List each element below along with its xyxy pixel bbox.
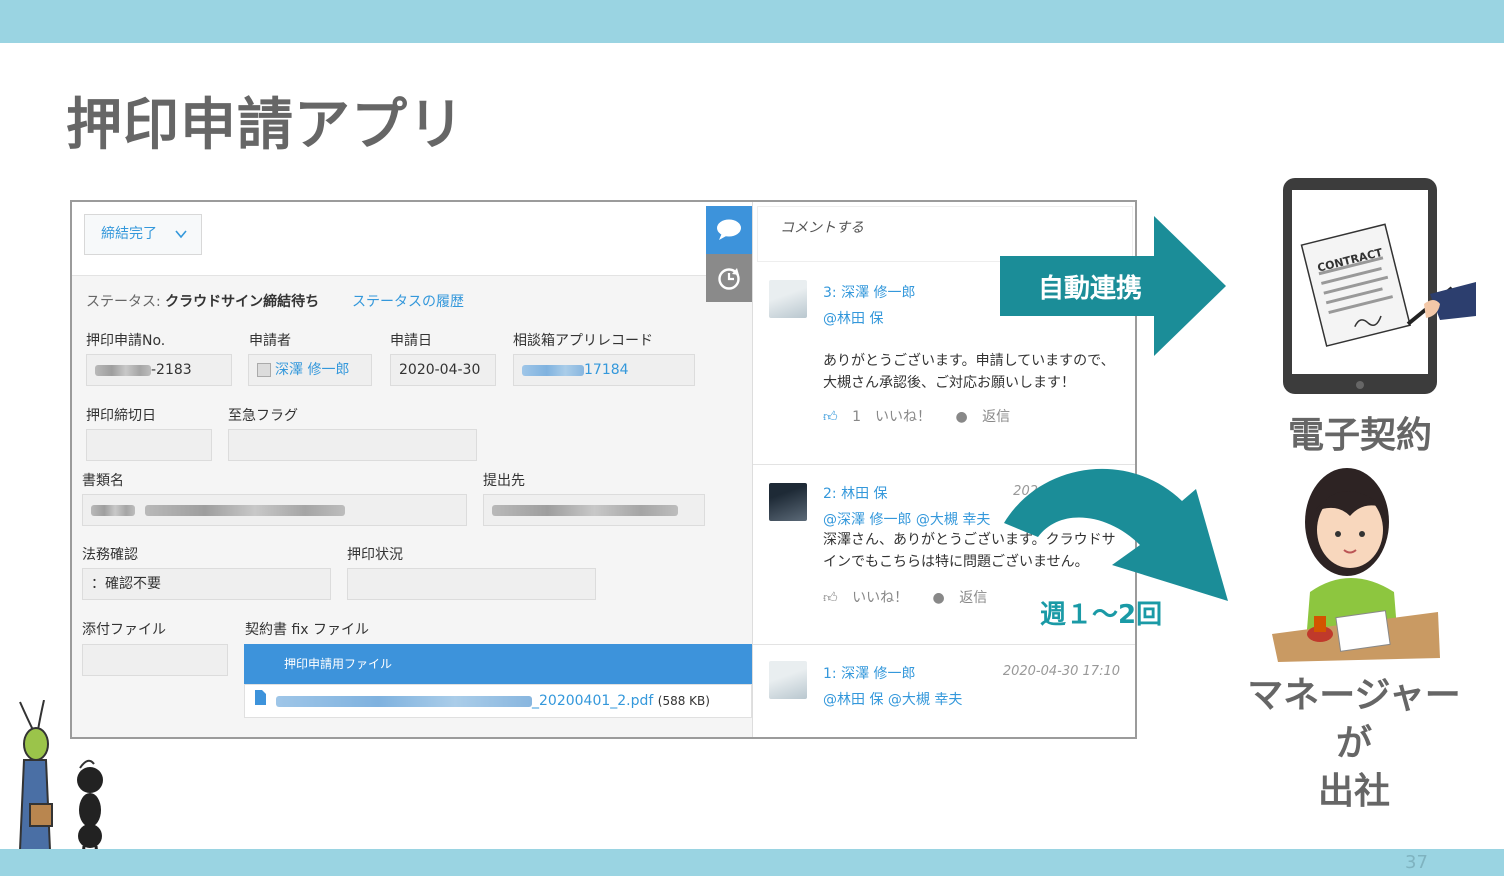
file-icon	[255, 685, 266, 717]
speech-bubble-icon: ●	[932, 590, 945, 606]
apply-date-label: 申請日	[390, 333, 432, 349]
auto-link-label: 自動連携	[1038, 274, 1143, 304]
stamp-status-label: 押印状況	[347, 547, 403, 563]
comment-author: 2: 林田 保	[823, 483, 888, 503]
app-screenshot-frame: 締結完了 ステータス: クラウドサイン締結待ち ステータスの履歴 押印申請No.…	[70, 200, 1137, 739]
redacted-text	[522, 364, 584, 376]
deadline-field	[86, 429, 212, 461]
thumbs-up-icon: 👍︎	[823, 590, 838, 606]
stamp-status-field	[347, 568, 596, 600]
comment-item: 1: 深澤 修一郎 2020-04-30 17:10 @林田 保 @大槻 幸夫	[753, 644, 1135, 737]
submit-to-field	[483, 494, 705, 526]
comment-mention[interactable]: @深澤 修一郎 @大槻 幸夫	[823, 509, 990, 529]
record-detail-pane: 締結完了 ステータス: クラウドサイン締結待ち ステータスの履歴 押印申請No.…	[72, 202, 752, 737]
file-table-header: 押印申請用ファイル	[244, 644, 752, 684]
doc-name-field	[82, 494, 467, 526]
frequency-label: 週１～2回	[1040, 600, 1163, 630]
comment-author: 1: 深澤 修一郎	[823, 663, 916, 683]
urgent-flag-label: 至急フラグ	[228, 408, 298, 424]
reply-button[interactable]: ● 返信	[955, 409, 1020, 425]
redacted-text	[91, 504, 135, 516]
like-label: いいね！	[852, 590, 909, 606]
history-icon	[718, 268, 740, 290]
contract-fix-label: 契約書 fix ファイル	[245, 622, 370, 638]
comments-tab[interactable]	[706, 206, 752, 254]
like-button[interactable]: 👍︎ いいね！	[823, 590, 918, 606]
comment-author-link[interactable]: 3: 深澤 修一郎	[823, 285, 916, 301]
thumbs-up-icon: 👍︎	[823, 409, 838, 425]
comment-author: 3: 深澤 修一郎	[823, 282, 916, 302]
legal-check-field: ：確認不要	[82, 568, 331, 600]
speech-bubble-icon: ●	[955, 409, 968, 425]
request-no-value: -2183	[151, 362, 192, 378]
status-action-label: 締結完了	[101, 226, 157, 242]
request-no-field: -2183	[86, 354, 232, 386]
page-number: 37	[1405, 852, 1428, 873]
status-line: ステータス: クラウドサイン締結待ち	[86, 291, 319, 311]
comment-icon	[717, 219, 741, 240]
manager-caption: マネージャーが 出社	[1236, 672, 1472, 816]
comment-date: 2020-04-30 17:10	[1002, 664, 1120, 679]
doc-name-label: 書類名	[82, 473, 124, 489]
manager-caption-line2: 出社	[1317, 771, 1390, 812]
file-name-suffix[interactable]: _20200401_2.pdf	[532, 693, 653, 709]
avatar	[769, 661, 807, 699]
attachment-label: 添付ファイル	[82, 622, 166, 638]
manager-illustration	[1272, 468, 1440, 662]
e-contract-illustration: CONTRACT	[1283, 178, 1476, 394]
redacted-text	[492, 504, 678, 516]
request-no-label: 押印申請No.	[86, 333, 166, 349]
reply-label: 返信	[959, 590, 988, 606]
slide-title: 押印申請アプリ	[66, 93, 465, 158]
deadline-label: 押印締切日	[86, 408, 156, 424]
history-tab[interactable]	[706, 254, 752, 302]
consult-record-label: 相談箱アプリレコード	[513, 333, 653, 349]
reply-button[interactable]: ● 返信	[933, 590, 998, 606]
comment-actions: 👍︎ いいね！ ● 返信	[823, 587, 1007, 607]
e-contract-caption: 電子契約	[1287, 415, 1432, 456]
submit-to-label: 提出先	[483, 473, 525, 489]
consult-record-value[interactable]: 17184	[584, 362, 629, 378]
comment-author-link[interactable]: 2: 林田 保	[823, 486, 888, 502]
status-value: クラウドサイン締結待ち	[165, 294, 320, 310]
status-action-button[interactable]: 締結完了	[84, 214, 202, 255]
bottom-band	[0, 849, 1504, 876]
redacted-text	[145, 504, 346, 516]
manager-caption-line1: マネージャーが	[1247, 675, 1461, 764]
avatar	[769, 483, 807, 521]
user-avatar-icon	[257, 363, 271, 377]
consult-record-field: 17184	[513, 354, 695, 386]
apply-date-field: 2020-04-30	[390, 354, 496, 386]
comment-mention[interactable]: @林田 保	[823, 308, 883, 328]
attachment-field	[82, 644, 228, 676]
comment-mention[interactable]: @林田 保 @大槻 幸夫	[823, 689, 962, 709]
status-label: ステータス:	[86, 294, 166, 310]
avatar	[769, 280, 807, 318]
mascot-characters	[18, 700, 103, 867]
file-size: (588 KB)	[657, 694, 710, 708]
comment-actions: 👍︎ 1 いいね！ ● 返信	[823, 406, 1030, 426]
like-label: 1 いいね！	[852, 409, 932, 425]
applicant-field: 深澤 修一郎	[248, 354, 372, 386]
reply-label: 返信	[982, 409, 1011, 425]
like-button[interactable]: 👍︎ 1 いいね！	[823, 409, 941, 425]
redacted-text	[95, 364, 151, 376]
top-band	[0, 0, 1504, 43]
legal-check-label: 法務確認	[82, 547, 138, 563]
applicant-value[interactable]: 深澤 修一郎	[275, 362, 349, 378]
file-row[interactable]: _20200401_2.pdf (588 KB)	[244, 684, 752, 718]
applicant-label: 申請者	[249, 333, 291, 349]
comment-author-link[interactable]: 1: 深澤 修一郎	[823, 666, 916, 682]
record-action-bar: 締結完了	[72, 202, 752, 276]
curved-arrow	[1004, 468, 1228, 601]
status-history-link[interactable]: ステータスの履歴	[352, 291, 464, 311]
urgent-flag-field	[228, 429, 477, 461]
chevron-down-icon	[175, 215, 187, 270]
redacted-text	[276, 695, 532, 707]
